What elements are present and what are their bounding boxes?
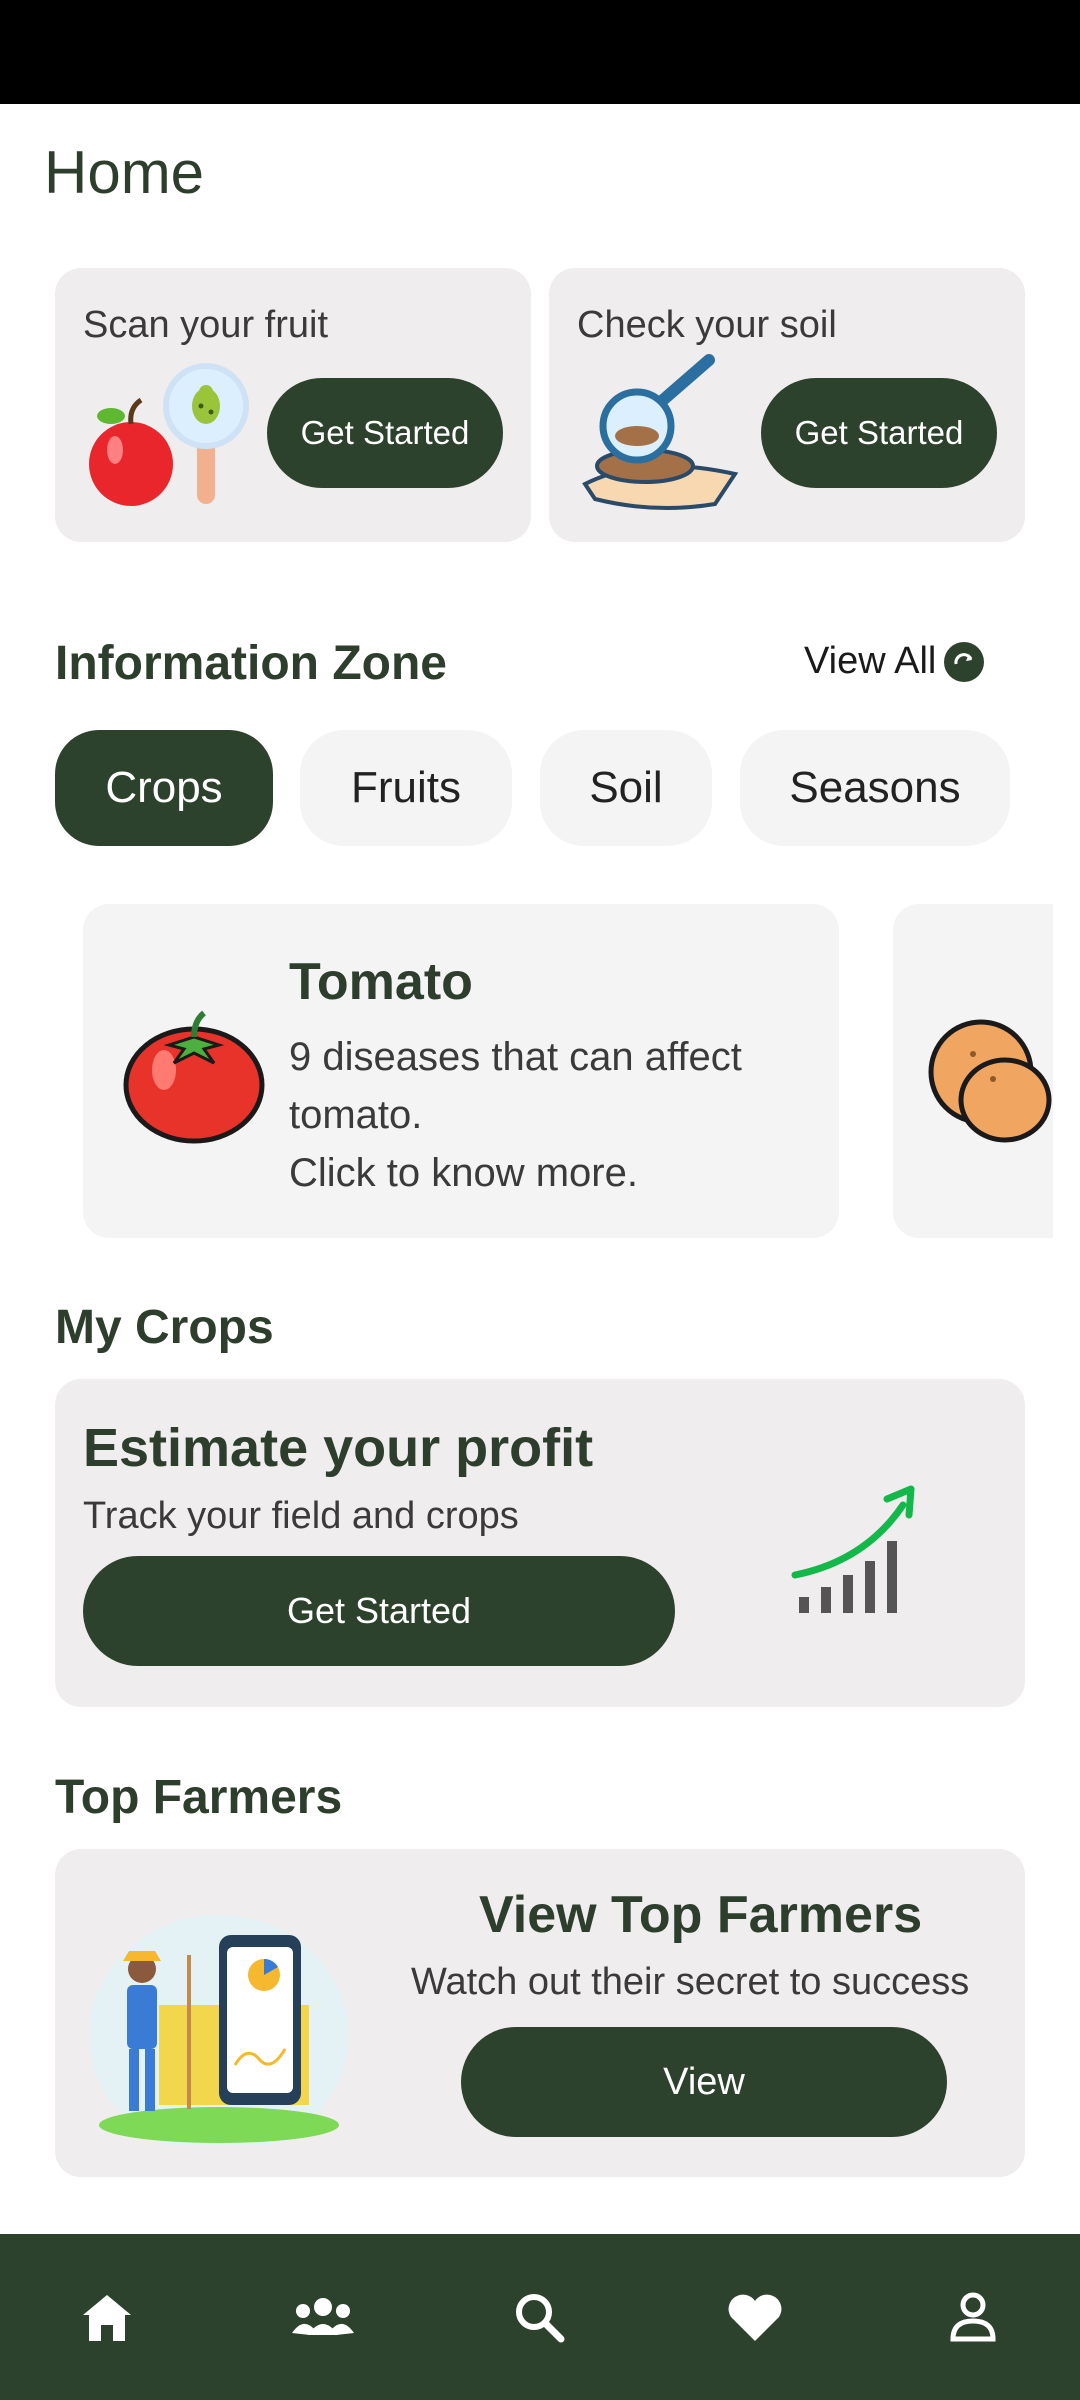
top-farmers-heading: Top Farmers — [55, 1771, 343, 1824]
farmer-illustration — [89, 1915, 349, 2145]
tab-fruits[interactable]: Fruits — [300, 730, 512, 846]
tomato-info-card[interactable]: Tomato 9 diseases that can affect tomato… — [83, 904, 839, 1238]
soil-check-illustration — [582, 354, 739, 510]
profit-get-started-button[interactable]: Get Started — [83, 1556, 675, 1666]
nav-favorites[interactable] — [722, 2284, 788, 2350]
scan-fruit-card[interactable]: Scan your fruit Get Started — [55, 268, 531, 542]
info-card-title: Tomato — [289, 953, 473, 1011]
info-card-line2: Click to know more. — [289, 1151, 638, 1195]
top-farmers-card-subtitle: Watch out their secret to success — [411, 1961, 970, 2003]
info-card-line1: 9 diseases that can affect tomato. — [289, 1035, 742, 1137]
potato-info-card-peek[interactable] — [893, 904, 1053, 1238]
nav-search[interactable] — [506, 2284, 572, 2350]
nav-profile[interactable] — [940, 2284, 1006, 2350]
tab-seasons[interactable]: Seasons — [740, 730, 1010, 846]
scan-fruit-button[interactable]: Get Started — [267, 378, 503, 488]
nav-community[interactable] — [290, 2284, 356, 2350]
check-soil-card[interactable]: Check your soil Get Started — [549, 268, 1025, 542]
check-soil-title: Check your soil — [577, 304, 837, 346]
top-farmers-card[interactable]: View Top Farmers Watch out their secret … — [55, 1849, 1025, 2177]
refresh-icon — [944, 641, 985, 682]
my-crops-heading: My Crops — [55, 1301, 274, 1354]
home-icon — [83, 2295, 131, 2341]
profit-card-title: Estimate your profit — [83, 1418, 594, 1478]
profit-estimate-card[interactable]: Estimate your profit Track your field an… — [55, 1379, 1025, 1707]
user-icon — [950, 2292, 996, 2342]
top-farmers-card-title: View Top Farmers — [479, 1886, 923, 1944]
fruit-scan-illustration — [89, 363, 249, 506]
tab-crops[interactable]: Crops — [55, 730, 273, 846]
view-all-link[interactable]: View All — [804, 640, 985, 683]
nav-home[interactable] — [74, 2284, 140, 2350]
people-icon — [292, 2298, 354, 2335]
check-soil-button[interactable]: Get Started — [761, 378, 997, 488]
page-title: Home — [44, 139, 205, 206]
bottom-navigation — [0, 2234, 1080, 2400]
scan-fruit-title: Scan your fruit — [83, 304, 328, 346]
tab-soil[interactable]: Soil — [540, 730, 712, 846]
view-all-label: View All — [804, 640, 937, 682]
tomato-illustration — [123, 1010, 265, 1144]
growth-chart-icon — [791, 1485, 915, 1613]
heart-icon — [728, 2294, 782, 2341]
information-zone-heading: Information Zone — [55, 637, 447, 690]
status-bar — [0, 0, 1080, 104]
profit-card-subtitle: Track your field and crops — [83, 1495, 519, 1537]
info-card-text: 9 diseases that can affect tomato. Click… — [289, 1028, 809, 1202]
view-top-farmers-button[interactable]: View — [461, 2027, 947, 2137]
search-icon — [516, 2294, 565, 2343]
potato-illustration — [928, 1019, 1052, 1143]
